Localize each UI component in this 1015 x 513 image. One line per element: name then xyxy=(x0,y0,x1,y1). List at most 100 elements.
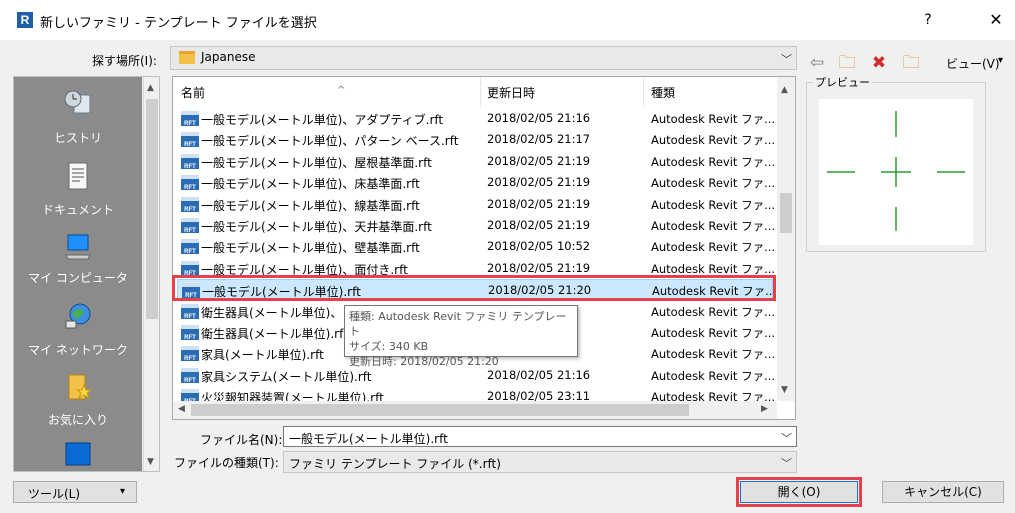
file-type: Autodesk Revit ファ... xyxy=(651,133,776,148)
cancel-button[interactable]: キャンセル(C) xyxy=(882,481,1004,503)
rft-file-icon: RFT xyxy=(181,346,199,362)
file-type: Autodesk Revit ファ... xyxy=(651,240,776,255)
scroll-up-icon[interactable]: ▲ xyxy=(781,85,788,95)
places-scrollbar[interactable]: ▲ ▼ xyxy=(143,77,159,471)
file-row[interactable]: RFT 一般モデル(メートル単位)、線基準面.rft 2018/02/05 21:1… xyxy=(177,194,776,215)
file-type: Autodesk Revit ファ... xyxy=(651,112,776,126)
preview-canvas xyxy=(819,99,973,245)
open-button[interactable]: 開く(O) xyxy=(740,481,858,503)
preview-group xyxy=(806,82,986,252)
rft-file-icon: RFT xyxy=(181,367,199,384)
lookin-dropdown[interactable]: Japanese ﹀ xyxy=(170,46,797,70)
file-name: 一般モデル(メートル単位)、床基準面.rft xyxy=(201,177,420,192)
folder-icon xyxy=(179,51,195,64)
desktop-icon xyxy=(65,442,91,466)
file-list-vertical-scrollbar[interactable]: ▲ ▼ xyxy=(777,77,795,401)
place-computer[interactable]: マイ コンピュータ xyxy=(14,227,142,307)
preview-label: プレビュー xyxy=(813,74,872,90)
file-row[interactable]: RFT 一般モデル(メートル単位)、屋根基準面.rft 2018/02/05 21:… xyxy=(177,151,776,172)
file-list-horizontal-scrollbar[interactable]: ◀ ▶ xyxy=(173,401,777,419)
file-date: 2018/02/05 21:17 xyxy=(487,132,591,147)
column-header-type[interactable]: 種類 xyxy=(651,77,771,107)
filename-input[interactable]: 一般モデル(メートル単位).rft ﹀ xyxy=(283,426,797,447)
filetype-label: ファイルの種類(T): xyxy=(174,456,279,470)
file-name: 一般モデル(メートル単位)、パターン ベース.rft xyxy=(201,134,459,149)
delete-icon[interactable]: ✖ xyxy=(868,52,890,74)
column-name-label: 名前 xyxy=(181,86,206,100)
lookin-label: 探す場所(I): xyxy=(92,54,157,68)
title-bar: R 新しいファミリ - テンプレート ファイルを選択 ? ✕ xyxy=(0,0,1015,40)
preview-crosshair xyxy=(827,111,965,231)
column-header-name[interactable]: 名前 ^ xyxy=(181,77,481,107)
chevron-down-icon[interactable]: ﹀ xyxy=(781,51,792,67)
file-name: 一般モデル(メートル単位)、壁基準面.rft xyxy=(201,241,420,256)
chevron-down-icon[interactable]: ﹀ xyxy=(781,430,792,446)
place-documents-label: ドキュメント xyxy=(41,203,114,217)
views-dropdown-arrow-icon[interactable]: ▾ xyxy=(998,55,1003,66)
file-date: 2018/02/05 21:19 xyxy=(487,218,591,232)
scroll-left-icon[interactable]: ◀ xyxy=(178,404,185,414)
documents-icon xyxy=(68,162,88,190)
chevron-down-icon[interactable]: ﹀ xyxy=(781,455,792,471)
place-computer-label: マイ コンピュータ xyxy=(28,271,128,285)
rft-file-icon: RFT xyxy=(181,303,199,320)
file-type: Autodesk Revit ファ... xyxy=(651,326,776,340)
file-name: 一般モデル(メートル単位)、天井基準面.rft xyxy=(201,220,432,234)
places-list: ヒストリ ドキュメント マイ コンピュータ マイ ネットワーク お気に入り xyxy=(14,77,142,471)
scroll-down-icon[interactable]: ▼ xyxy=(147,457,154,467)
file-date: 2018/02/05 21:16 xyxy=(487,111,591,125)
place-history[interactable]: ヒストリ xyxy=(14,81,142,161)
rft-file-icon: RFT xyxy=(181,132,199,148)
new-folder-icon[interactable]: 🗀 xyxy=(900,52,922,74)
place-desktop[interactable] xyxy=(14,435,142,471)
history-icon xyxy=(64,90,91,114)
filename-value: 一般モデル(メートル単位).rft xyxy=(289,432,448,446)
column-divider[interactable] xyxy=(480,77,481,107)
file-type: Autodesk Revit ファ... xyxy=(651,347,776,362)
place-network[interactable]: マイ ネットワーク xyxy=(14,297,142,377)
file-row[interactable]: RFT 一般モデル(メートル単位)、壁基準面.rft 2018/02/05 10:5… xyxy=(177,236,776,257)
filetype-dropdown[interactable]: ファミリ テンプレート ファイル (*.rft) ﹀ xyxy=(283,451,797,473)
scroll-up-icon[interactable]: ▲ xyxy=(147,83,154,93)
file-type: Autodesk Revit ファ... xyxy=(651,154,776,169)
file-type: Autodesk Revit ファ... xyxy=(651,197,776,212)
file-row[interactable]: RFT 一般モデル(メートル単位)、アダプティブ.rft 2018/02/05 21… xyxy=(177,108,776,129)
column-header-date[interactable]: 更新日時 xyxy=(487,77,637,107)
tools-button[interactable]: ツール(L) ▾ xyxy=(13,481,137,503)
rft-file-icon: RFT xyxy=(181,111,199,127)
lookin-value: Japanese xyxy=(201,50,256,64)
file-name: 一般モデル(メートル単位)、アダプティブ.rft xyxy=(201,113,444,127)
file-name: 家具システム(メートル単位).rft xyxy=(201,369,372,384)
file-row[interactable]: RFT 一般モデル(メートル単位)、パターン ベース.rft 2018/02/05 … xyxy=(177,129,776,150)
file-date: 2018/02/05 21:19 xyxy=(487,175,591,190)
selected-row-highlight xyxy=(172,275,776,301)
up-folder-icon[interactable]: 🗀 xyxy=(836,52,858,74)
views-menu-button[interactable]: ビュー(V) xyxy=(946,55,1000,72)
place-history-label: ヒストリ xyxy=(53,131,102,145)
file-list-vertical-thumb[interactable] xyxy=(780,193,792,233)
file-date: 2018/02/05 21:19 xyxy=(487,260,591,275)
file-row[interactable]: RFT 一般モデル(メートル単位)、天井基準面.rft 2018/02/05 21:… xyxy=(177,215,776,236)
file-info-tooltip: 種類: Autodesk Revit ファミリ テンプレート サイズ: 340 … xyxy=(344,305,578,368)
file-type: Autodesk Revit ファ... xyxy=(651,219,776,233)
window-title: 新しいファミリ - テンプレート ファイルを選択 xyxy=(40,16,317,31)
rft-file-icon: RFT xyxy=(181,260,199,277)
help-button[interactable]: ? xyxy=(918,9,938,31)
file-list-horizontal-thumb[interactable] xyxy=(191,404,689,416)
back-arrow-icon[interactable]: ⇦ xyxy=(806,52,828,74)
filename-label: ファイル名(N): xyxy=(200,433,283,447)
places-scroll-thumb[interactable] xyxy=(146,99,158,319)
filetype-value: ファミリ テンプレート ファイル (*.rft) xyxy=(289,457,501,471)
place-network-label: マイ ネットワーク xyxy=(28,343,128,357)
file-date: 2018/02/05 21:16 xyxy=(487,367,591,382)
rft-file-icon: RFT xyxy=(181,239,199,255)
close-button[interactable]: ✕ xyxy=(985,9,1007,31)
network-icon xyxy=(65,303,91,329)
place-documents[interactable]: ドキュメント xyxy=(14,157,142,237)
file-row[interactable]: RFT 一般モデル(メートル単位)、床基準面.rft 2018/02/05 21:1… xyxy=(177,172,775,193)
scroll-down-icon[interactable]: ▼ xyxy=(781,385,788,395)
places-bar: ヒストリ ドキュメント マイ コンピュータ マイ ネットワーク お気に入り ▲ … xyxy=(13,76,160,472)
file-date: 2018/02/05 21:19 xyxy=(487,196,591,211)
column-divider[interactable] xyxy=(643,77,644,107)
scroll-right-icon[interactable]: ▶ xyxy=(761,404,768,414)
